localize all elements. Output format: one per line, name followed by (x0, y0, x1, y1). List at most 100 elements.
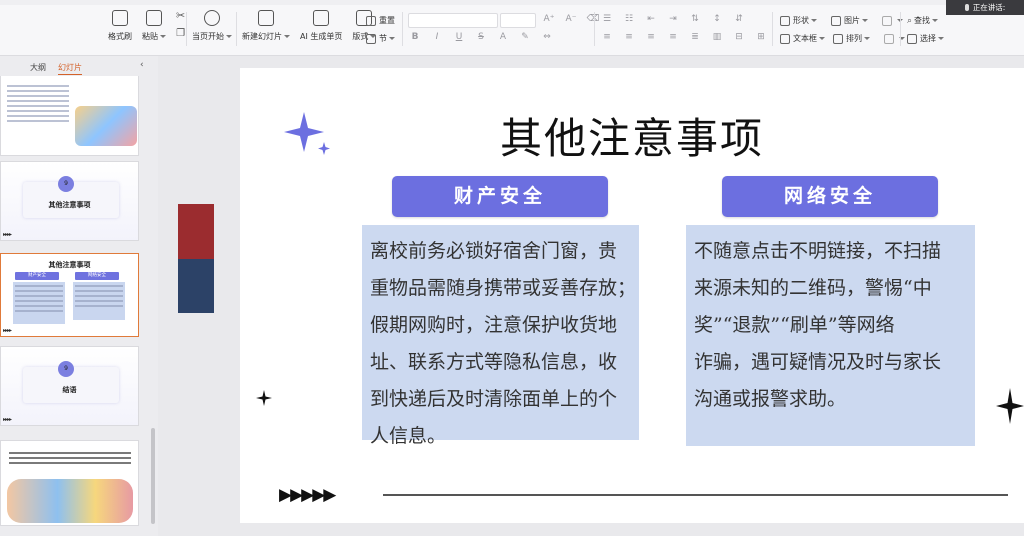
reset-icon (366, 15, 376, 26)
font-style-row: B I U S A ✎ ⇔ (408, 32, 554, 42)
paste-icon (146, 10, 162, 26)
font-family-select[interactable] (408, 13, 498, 28)
scissors-icon[interactable]: ✂ (176, 10, 185, 22)
find-button[interactable]: ⌕ 查找 (907, 15, 939, 26)
new-slide-icon (258, 10, 274, 26)
convert-icon[interactable]: ⊞ (754, 32, 768, 42)
thumb-left-heading: 财产安全 (15, 272, 59, 280)
justify-icon[interactable]: ≡ (666, 32, 680, 42)
section-icon (366, 33, 376, 44)
thumb-right-heading: 网络安全 (75, 272, 119, 280)
new-slide-button[interactable]: 新建幻灯片 (242, 10, 290, 42)
format-painter-button[interactable]: 格式刷 (108, 10, 132, 42)
arrange-button[interactable]: 排列 (833, 33, 870, 44)
columns-icon[interactable]: ▥ (710, 32, 724, 42)
select-icon (907, 33, 917, 44)
align-right-icon[interactable]: ≡ (644, 32, 658, 42)
slide-thumbnail-2[interactable]: 9 其他注意事项 ▸▸▸▸ (0, 161, 139, 241)
clipboard-group: 格式刷 粘贴 ✂ ❐ (108, 10, 185, 42)
tab-slides[interactable]: 幻灯片 (58, 62, 82, 75)
shape-icon (780, 15, 790, 26)
start-from-current-button[interactable]: 当页开始 (192, 10, 232, 42)
tab-outline[interactable]: 大纲 (30, 62, 46, 75)
format-painter-icon (112, 10, 128, 26)
thumb-photo (7, 479, 133, 523)
textbox-button[interactable]: 文本框 (780, 33, 825, 44)
slide-thumbnail-3[interactable]: 其他注意事项 财产安全 网络安全 ▸▸▸▸ (0, 253, 139, 337)
grow-font-icon[interactable]: A⁺ (542, 14, 556, 24)
decrease-indent-icon[interactable]: ⇤ (644, 14, 658, 24)
ribbon-top-strip (0, 0, 1024, 5)
ribbon-divider (594, 12, 595, 46)
font-color-button[interactable]: A (496, 32, 510, 42)
ai-single-page-label: AI 生成单页 (300, 32, 343, 41)
slideshow-group: 当页开始 (192, 10, 242, 42)
shape-button[interactable]: 形状 (780, 15, 817, 26)
select-button[interactable]: 选择 (907, 33, 944, 44)
thumb-dots: ▸▸▸▸ (3, 416, 12, 423)
outline-icon (884, 33, 894, 44)
font-size-select[interactable] (500, 13, 536, 28)
cut-copy-buttons[interactable]: ✂ ❐ (176, 10, 185, 40)
right-heading[interactable]: 网络安全 (722, 176, 938, 217)
clear-format-icon[interactable]: ⌫ (586, 14, 600, 24)
thumb-right-box (73, 282, 125, 320)
increase-indent-icon[interactable]: ⇥ (666, 14, 680, 24)
ai-single-page-button[interactable]: AI 生成单页 (300, 10, 342, 42)
line-spacing-icon[interactable]: ↕ (710, 14, 724, 24)
highlight-icon[interactable]: ✎ (518, 32, 532, 42)
ribbon-divider (772, 12, 773, 46)
section-button[interactable]: 节 (366, 33, 395, 44)
copy-icon[interactable]: ❐ (176, 28, 185, 39)
slide-thumbnail-1[interactable] (0, 76, 139, 156)
thumb-text-lines (5, 82, 71, 125)
font-size-adjust: A⁺ A⁻ ⌫ (542, 14, 600, 24)
right-body-box[interactable]: 不随意点击不明链接，不扫描 来源未知的二维码，警惕“中 奖”“退款”“刷单”等网… (686, 225, 975, 446)
italic-button[interactable]: I (430, 32, 444, 42)
slide-thumbnail-4[interactable]: 9 结语 ▸▸▸▸ (0, 346, 139, 426)
arrows-decoration: ▶▶▶▶▶ (279, 485, 336, 505)
numbered-list-icon[interactable]: ☷ (622, 14, 636, 24)
textbox-icon (780, 33, 790, 44)
thumb-dots: ▸▸▸▸ (3, 231, 12, 238)
right-body-line: 来源未知的二维码，警惕“中 (694, 277, 932, 299)
bullet-list-icon[interactable]: ☰ (600, 14, 614, 24)
thumb-section-number: 9 (58, 361, 74, 377)
reset-button[interactable]: 重置 (366, 15, 395, 26)
corner-sparkle-icon (996, 388, 1024, 424)
left-body-line: 到快递后及时清除面单上的个 (370, 388, 618, 410)
right-body-line: 诈骗，遇可疑情况及时与家长 (694, 351, 942, 373)
slide-title[interactable]: 其他注意事项 (240, 105, 1024, 166)
text-direction-icon[interactable]: ⇅ (688, 14, 702, 24)
shrink-font-icon[interactable]: A⁻ (564, 14, 578, 24)
speaking-indicator: 正在讲话: (946, 0, 1024, 15)
new-slide-label: 新建幻灯片 (242, 31, 290, 42)
char-spacing-icon[interactable]: ⇔ (540, 32, 554, 42)
distribute-icon[interactable]: ≣ (688, 32, 702, 42)
picture-icon (831, 15, 841, 26)
align-center-icon[interactable]: ≡ (622, 32, 636, 42)
right-body-line: 不随意点击不明链接，不扫描 (694, 240, 942, 262)
strikethrough-button[interactable]: S (474, 32, 488, 42)
thumb-text-lines (7, 449, 133, 467)
paste-button[interactable]: 粘贴 (142, 10, 166, 42)
side-stripe-red (178, 204, 214, 259)
current-slide[interactable]: 其他注意事项 财产安全 网络安全 离校前务必锁好宿舍门窗，贵 重物品需随身携带或… (240, 68, 1024, 523)
sort-icon[interactable]: ⇵ (732, 14, 746, 24)
thumb-dots: ▸▸▸▸ (3, 327, 12, 334)
align-left-icon[interactable]: ≡ (600, 32, 614, 42)
left-body-line: 人信息。 (370, 425, 447, 447)
outline-button[interactable] (884, 33, 905, 44)
left-body-line: 重物品需随身携带或妥善存放； (370, 277, 637, 299)
chevron-left-icon[interactable]: ‹ (140, 60, 144, 70)
slide-thumbnail-panel: 大纲 幻灯片 ‹ 9 其他注意事项 ▸▸▸▸ 其他注意事项 财产安全 网络安全 … (0, 56, 158, 536)
left-heading[interactable]: 财产安全 (392, 176, 608, 217)
underline-button[interactable]: U (452, 32, 466, 42)
bold-button[interactable]: B (408, 32, 422, 42)
thumb-section-number: 9 (58, 176, 74, 192)
panel-scrollbar[interactable] (151, 428, 155, 524)
slide-thumbnail-5[interactable] (0, 440, 139, 526)
left-body-box[interactable]: 离校前务必锁好宿舍门窗，贵 重物品需随身携带或妥善存放； 假期网购时，注意保护收… (362, 225, 639, 447)
picture-button[interactable]: 图片 (831, 15, 868, 26)
valign-icon[interactable]: ⊟ (732, 32, 746, 42)
